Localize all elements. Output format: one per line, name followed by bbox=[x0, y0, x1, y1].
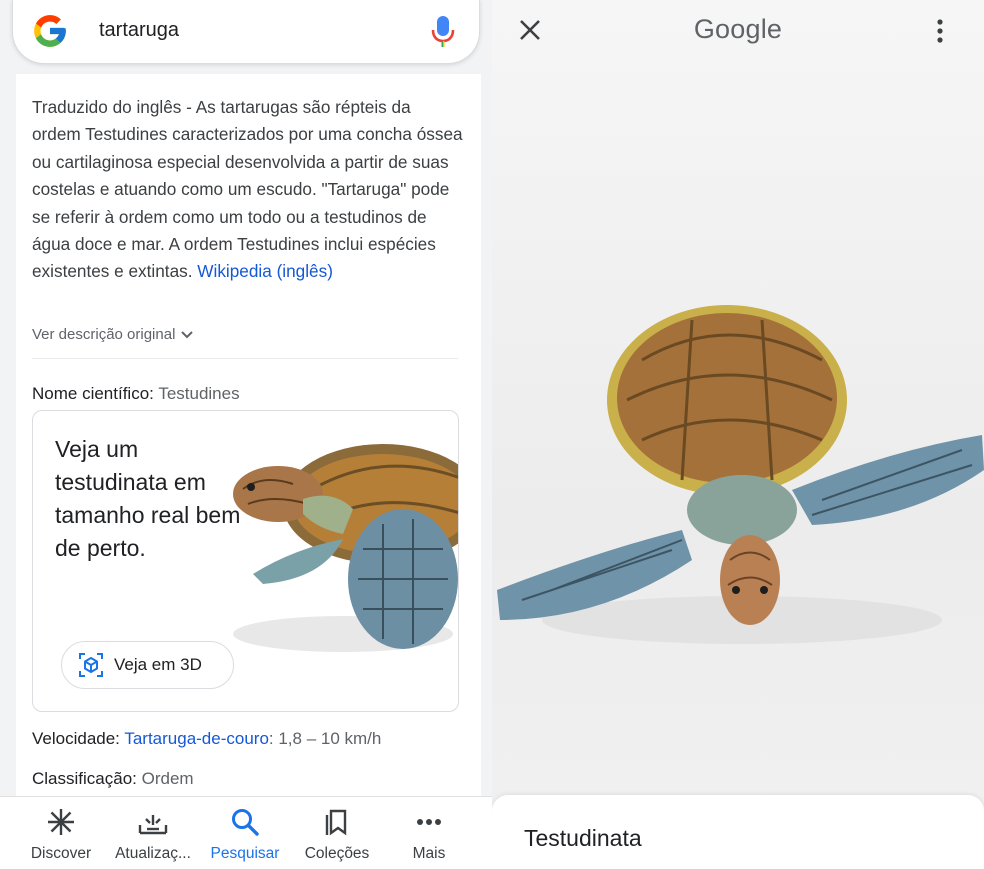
bottom-sheet[interactable]: Testudinata bbox=[492, 795, 984, 869]
more-horizontal-icon bbox=[417, 819, 441, 825]
classification-value: Ordem bbox=[141, 769, 194, 788]
scientific-name-label: Nome científico: bbox=[32, 384, 154, 403]
wikipedia-link[interactable]: Wikipedia (inglês) bbox=[197, 261, 333, 281]
nav-more[interactable]: Mais bbox=[381, 805, 477, 863]
search-icon bbox=[232, 809, 259, 836]
speed-species-link[interactable]: Tartaruga-de-couro bbox=[124, 729, 269, 748]
cube-ar-icon bbox=[79, 653, 103, 677]
nav-search-label: Pesquisar bbox=[210, 845, 280, 862]
ar-card-title: Veja um testudinata em tamanho real bem … bbox=[55, 436, 241, 561]
more-vertical-icon[interactable] bbox=[930, 18, 950, 44]
nav-updates-label: Atualizaç... bbox=[115, 845, 191, 862]
ar-preview-card[interactable]: Veja um testudinata em tamanho real bem … bbox=[32, 410, 459, 712]
classification-row: Classificação: Ordem bbox=[32, 769, 194, 789]
speed-label: Velocidade: bbox=[32, 729, 120, 748]
search-bar[interactable]: tartaruga bbox=[12, 0, 480, 64]
updates-icon bbox=[138, 815, 168, 835]
scientific-name-row: Nome científico: Testudines bbox=[32, 384, 240, 404]
collections-icon bbox=[325, 809, 347, 836]
classification-label: Classificação: bbox=[32, 769, 137, 788]
google-g-logo-icon bbox=[34, 15, 66, 47]
asterisk-icon bbox=[48, 809, 74, 835]
divider bbox=[32, 358, 458, 359]
description: Traduzido do inglês - As tartarugas são … bbox=[32, 94, 464, 286]
original-description-toggle[interactable]: Ver descrição original bbox=[32, 326, 194, 343]
view-in-3d-label: Veja em 3D bbox=[114, 655, 202, 674]
microphone-icon[interactable] bbox=[431, 14, 455, 48]
nav-discover-label: Discover bbox=[30, 845, 92, 862]
view-in-3d-button[interactable]: Veja em 3D bbox=[61, 641, 234, 689]
description-text: Traduzido do inglês - As tartarugas são … bbox=[32, 97, 463, 282]
nav-updates[interactable]: Atualizaç... bbox=[105, 805, 201, 863]
bottom-navigation: Discover Atualizaç... Pesquisar Coleções bbox=[0, 796, 492, 869]
scientific-name-value: Testudines bbox=[158, 384, 240, 403]
ar-viewer-panel: Google Testudinata bbox=[492, 0, 984, 869]
model-title: Testudinata bbox=[524, 825, 642, 851]
search-results-panel: tartaruga Traduzido do inglês - As tarta… bbox=[0, 0, 492, 869]
nav-more-label: Mais bbox=[412, 845, 446, 862]
original-toggle-label: Ver descrição original bbox=[32, 326, 176, 343]
google-wordmark: Google bbox=[693, 14, 783, 44]
knowledge-panel: Traduzido do inglês - As tartarugas são … bbox=[16, 74, 481, 804]
turtle-3d-model[interactable] bbox=[492, 290, 984, 650]
nav-search[interactable]: Pesquisar bbox=[197, 805, 293, 863]
search-query[interactable]: tartaruga bbox=[99, 19, 179, 42]
nav-collections-label: Coleções bbox=[304, 845, 370, 862]
speed-value: : 1,8 – 10 km/h bbox=[268, 729, 382, 748]
nav-collections[interactable]: Coleções bbox=[289, 805, 385, 863]
nav-discover[interactable]: Discover bbox=[13, 805, 109, 863]
chevron-down-icon bbox=[181, 330, 194, 338]
speed-row: Velocidade: Tartaruga-de-couro: 1,8 – 10… bbox=[32, 729, 381, 749]
turtle-image bbox=[233, 444, 458, 652]
